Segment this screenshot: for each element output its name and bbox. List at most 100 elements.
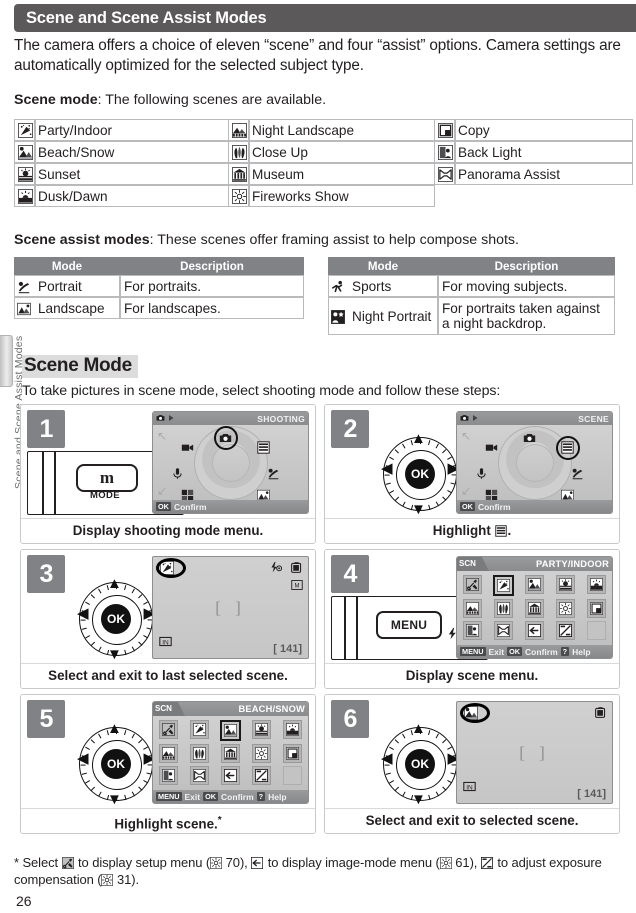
lcd-mode-title: SHOOTING	[257, 413, 305, 424]
scene-menu-tab: SCN	[153, 702, 185, 716]
shots-remaining: [ 141]	[577, 788, 606, 800]
scene-menu-item-fireworks-show-icon[interactable]	[556, 599, 575, 618]
dial-camera-icon[interactable]	[523, 431, 536, 444]
scene-menu-item-back-light-icon[interactable]	[463, 621, 482, 640]
scene-menu-item-beach-snow-icon[interactable]	[525, 575, 544, 594]
selector-left-arrow[interactable]: ◀	[381, 751, 393, 766]
scene-menu-item-back-light-icon[interactable]	[159, 766, 178, 785]
scene-menu-item-panorama-assist-icon[interactable]	[494, 621, 513, 640]
step-body: 5 ◀ ▶ ▲ ▼ OK SCN BEACH/SNOW MENU Exit OK…	[21, 695, 315, 808]
ok-button[interactable]: OK	[405, 749, 435, 779]
rotary-multi-selector[interactable]: ◀ ▶ ▲ ▼ OK	[77, 576, 155, 662]
scene-label-cell: Beach/Snow	[35, 141, 229, 163]
ok-key-badge: OK	[156, 501, 171, 512]
selector-down-arrow[interactable]: ▼	[107, 647, 122, 662]
dial-highlight-ring	[556, 436, 580, 460]
scene-menu-item-beach-snow-icon[interactable]	[220, 720, 241, 741]
step-number-badge: 5	[27, 700, 65, 738]
selector-up-arrow[interactable]: ▲	[411, 431, 426, 446]
footer-label-confirm: Confirm	[221, 791, 254, 802]
rotary-multi-selector[interactable]: ◀ ▶ ▲ ▼ OK	[381, 431, 459, 517]
svg-text:IN: IN	[466, 784, 473, 791]
selector-left-arrow[interactable]: ◀	[77, 606, 89, 621]
portrait-icon	[17, 280, 31, 294]
scene-menu-item-blank[interactable]	[283, 766, 302, 785]
menu-button[interactable]: MENU	[376, 611, 442, 639]
ok-button[interactable]: OK	[101, 604, 131, 634]
scene-menu-item-exposure-comp-icon[interactable]	[252, 766, 271, 785]
selector-up-arrow[interactable]: ▲	[107, 576, 122, 591]
copy-icon	[438, 122, 453, 138]
scene-mode-table-col2: Night Landscape Close Up Museum Firework…	[228, 119, 435, 207]
scene-menu-item-party-indoor-icon[interactable]	[190, 720, 209, 739]
table-row: Beach/Snow	[14, 141, 229, 163]
footer-label-help: Help	[268, 791, 287, 802]
dial-up-arrow-icon: ↖	[461, 429, 472, 443]
dial-movie-icon[interactable]	[485, 441, 498, 454]
scene-icon-cell	[14, 119, 35, 141]
scene-menu-item-close-up-icon[interactable]	[494, 599, 513, 618]
ok-button[interactable]: OK	[405, 459, 435, 489]
selector-down-arrow[interactable]: ▼	[411, 502, 426, 517]
scene-menu-item-night-landscape-icon[interactable]	[159, 744, 178, 763]
table-header-row: Mode Description	[14, 257, 304, 275]
scene-menu-item-party-indoor-icon[interactable]	[493, 575, 514, 596]
selector-down-arrow[interactable]: ▼	[107, 792, 122, 807]
scene-menu-item-copy-icon[interactable]	[283, 744, 302, 763]
step-row: 1 m MODE SHOOTING ↖ ↙ OK Confirm Display…	[20, 404, 620, 544]
scene-menu-item-fireworks-show-icon[interactable]	[252, 744, 271, 763]
step-card-5: 5 ◀ ▶ ▲ ▼ OK SCN BEACH/SNOW MENU Exit OK…	[20, 694, 316, 834]
scene-menu-item-blank[interactable]	[587, 621, 606, 640]
page-title: Scene and Scene Assist Modes	[26, 8, 267, 27]
dial-movie-icon[interactable]	[181, 441, 194, 454]
scene-menu-item-night-landscape-icon[interactable]	[463, 599, 482, 618]
scene-menu-item-dusk-dawn-icon[interactable]	[587, 575, 606, 594]
dial-portrait-icon[interactable]	[267, 467, 280, 480]
assist-mode-cell: Landscape	[36, 297, 120, 319]
scene-menu-item-sunset-icon[interactable]	[556, 575, 575, 594]
footnote-text-7: ).	[131, 872, 140, 887]
table-row: Panorama Assist	[434, 163, 633, 185]
scene-mode-lead-bold: Scene mode	[14, 92, 98, 108]
scene-menu-item-panorama-assist-icon[interactable]	[190, 766, 209, 785]
dial-scene-icon[interactable]	[257, 441, 270, 454]
selector-down-arrow[interactable]: ▼	[411, 792, 426, 807]
selector-up-arrow[interactable]: ▲	[107, 721, 122, 736]
dial-portrait-icon[interactable]	[571, 467, 584, 480]
scene-menu-item-setup-icon[interactable]	[159, 720, 178, 739]
scene-menu-item-dusk-dawn-icon[interactable]	[283, 720, 302, 739]
scene-menu-item-close-up-icon[interactable]	[190, 744, 209, 763]
scene-menu-item-museum-icon[interactable]	[525, 599, 544, 618]
sunset-icon	[18, 166, 33, 182]
scene-menu-item-museum-icon[interactable]	[221, 744, 240, 763]
table-row: Copy	[434, 119, 633, 141]
ok-button[interactable]: OK	[101, 749, 131, 779]
camera-lcd-screen: SCN BEACH/SNOW MENU Exit OK Confirm ? He…	[152, 701, 309, 804]
rotary-multi-selector[interactable]: ◀ ▶ ▲ ▼ OK	[381, 721, 459, 807]
rotary-multi-selector[interactable]: ◀ ▶ ▲ ▼ OK	[77, 721, 155, 807]
selector-left-arrow[interactable]: ◀	[381, 461, 393, 476]
lcd-top-bar: SHOOTING	[153, 412, 308, 425]
scene-menu-item-image-mode-icon[interactable]	[221, 766, 240, 785]
scene-menu-item-setup-icon[interactable]	[463, 575, 482, 594]
reference-icon	[101, 873, 114, 886]
step-caption: Highlight .	[325, 518, 619, 543]
key-badge-ok: OK	[507, 646, 523, 657]
panorama-assist-icon	[438, 166, 453, 182]
scene-label-cell: Sunset	[35, 163, 229, 185]
scene-menu-item-sunset-icon[interactable]	[252, 720, 271, 739]
dial-down-arrow-icon: ↙	[461, 484, 472, 498]
scene-icon-cell	[434, 163, 455, 185]
selector-left-arrow[interactable]: ◀	[77, 751, 89, 766]
scene-menu-item-exposure-comp-icon[interactable]	[556, 621, 575, 640]
dial-voice-icon[interactable]	[475, 467, 488, 480]
step-body: 1 m MODE SHOOTING ↖ ↙ OK Confirm	[21, 405, 315, 518]
dial-voice-icon[interactable]	[171, 467, 184, 480]
mode-button[interactable]: m	[76, 464, 138, 492]
table-row: Night Portrait For portraits taken agains…	[328, 297, 615, 335]
step-row: 3 ◀ ▶ ▲ ▼ OK M [ ] IN [ 141] Select and …	[20, 549, 620, 689]
scene-menu-item-copy-icon[interactable]	[587, 599, 606, 618]
battery-icon	[290, 561, 303, 579]
selector-up-arrow[interactable]: ▲	[411, 721, 426, 736]
scene-menu-item-image-mode-icon[interactable]	[525, 621, 544, 640]
